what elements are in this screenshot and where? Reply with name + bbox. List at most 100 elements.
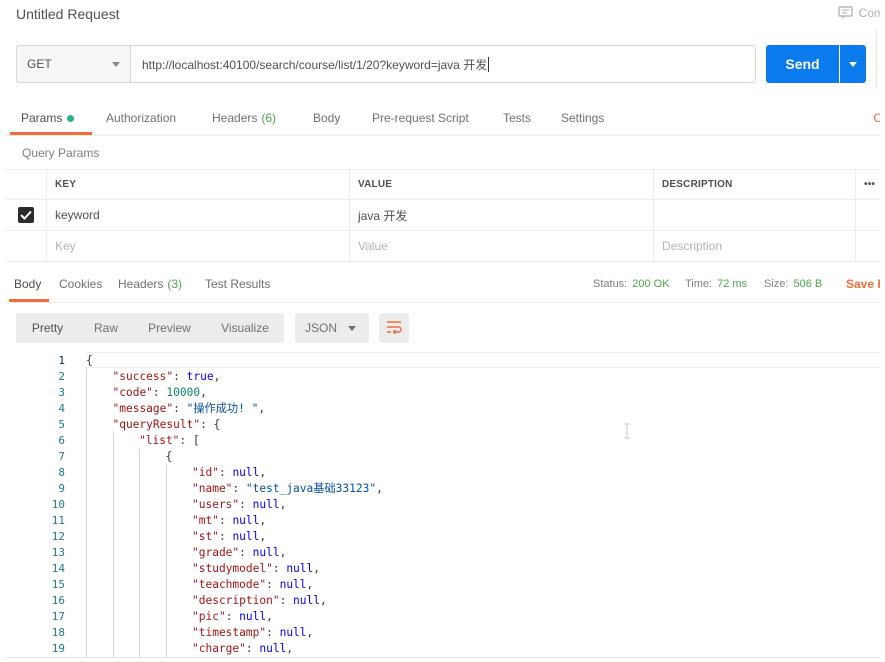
view-raw-button[interactable]: Raw xyxy=(79,313,133,343)
response-tab-headers[interactable]: Headers (3) xyxy=(118,267,182,301)
view-visualize-button[interactable]: Visualize xyxy=(206,313,284,343)
code-token: null xyxy=(259,642,287,655)
response-tab-cookies[interactable]: Cookies xyxy=(59,267,102,301)
code-token: "description" xyxy=(192,594,280,607)
code-line: 10 "users": null, xyxy=(5,497,880,513)
tab-authorization[interactable]: Authorization xyxy=(106,100,176,136)
chevron-down-icon xyxy=(348,326,356,331)
new-row-actions-cell xyxy=(855,231,880,261)
chevron-down-icon xyxy=(112,62,120,67)
code-token: , xyxy=(259,514,267,527)
send-options-button[interactable] xyxy=(840,45,866,83)
code-token: : xyxy=(272,562,287,575)
code-token: "test_java基础33123" xyxy=(245,482,377,495)
active-tab-indicator xyxy=(9,299,49,302)
code-token: null xyxy=(279,626,307,639)
row-actions-cell xyxy=(855,200,880,230)
code-token: "st" xyxy=(192,530,219,543)
response-tab-body[interactable]: Body xyxy=(14,267,41,301)
code-text: "list": [ xyxy=(139,433,200,449)
status-label: Status: xyxy=(593,278,628,290)
code-token: null xyxy=(232,466,260,479)
tab-label: Pre-request Script xyxy=(372,111,469,125)
wrap-lines-button[interactable] xyxy=(379,313,409,343)
code-text: "description": null, xyxy=(192,593,327,609)
view-pretty-button[interactable]: Pretty xyxy=(16,313,79,343)
url-value: http://localhost:40100/search/course/lis… xyxy=(142,57,488,72)
comments-button[interactable]: Com xyxy=(837,6,880,20)
code-token: : [ xyxy=(179,434,200,447)
url-input[interactable]: http://localhost:40100/search/course/lis… xyxy=(130,45,756,83)
code-token: : xyxy=(218,466,233,479)
response-body-editor[interactable]: 1{2 "success": true, 3 "code": 10000, 4 "mess… xyxy=(5,352,880,657)
view-mode-group: Pretty Raw Preview Visualize xyxy=(16,313,284,343)
param-value-cell[interactable]: java 开发 xyxy=(349,200,653,230)
new-row-check-cell xyxy=(5,231,46,261)
response-tab-test-results[interactable]: Test Results xyxy=(205,267,270,301)
indent-guide xyxy=(139,449,140,657)
code-line: 11 "mt": null, xyxy=(5,513,880,529)
code-token: "message" xyxy=(112,402,174,415)
code-token: null xyxy=(279,578,307,591)
status-value: 200 OK xyxy=(632,278,670,290)
code-line: 1{ xyxy=(5,353,880,369)
view-preview-button[interactable]: Preview xyxy=(133,313,206,343)
code-token: , xyxy=(286,642,294,655)
wrap-lines-icon xyxy=(386,320,402,337)
cookies-link[interactable]: C xyxy=(873,100,880,136)
code-token: , xyxy=(200,386,207,399)
request-title[interactable]: Untitled Request xyxy=(16,6,120,22)
line-number: 16 xyxy=(51,594,65,607)
response-bar: Body Cookies Headers (3) Test Results St… xyxy=(5,267,880,303)
save-response-button[interactable]: Save R xyxy=(846,267,880,301)
code-token: "teachmode" xyxy=(192,578,267,591)
line-number: 9 xyxy=(58,482,65,495)
code-token: "studymodel" xyxy=(192,562,273,575)
new-key-input[interactable]: Key xyxy=(46,231,349,261)
code-line: 12 "st": null, xyxy=(5,529,880,545)
table-row: keyword java 开发 xyxy=(5,200,880,231)
time-readout: Time: 72 ms xyxy=(685,267,747,301)
tab-pre-request-script[interactable]: Pre-request Script xyxy=(372,100,469,136)
code-token: : xyxy=(173,370,187,383)
more-horizontal-icon[interactable]: ••• xyxy=(855,170,880,199)
size-label: Size: xyxy=(764,278,789,290)
screenshot-frame: Untitled Request Com GET http://localhos… xyxy=(0,0,885,662)
code-token: "list" xyxy=(139,434,180,447)
query-params-heading: Query Params xyxy=(22,146,100,160)
tab-body[interactable]: Body xyxy=(313,100,340,136)
code-line: 14 "studymodel": null, xyxy=(5,561,880,577)
tab-label: Tests xyxy=(503,111,532,125)
code-token: "mt" xyxy=(192,514,219,527)
code-line: 6 "list": [ xyxy=(5,433,880,449)
code-text: { xyxy=(86,353,93,369)
size-value: 506 B xyxy=(793,278,823,290)
code-token: : xyxy=(218,514,233,527)
format-select[interactable]: JSON xyxy=(295,313,369,343)
code-token: , xyxy=(279,498,287,511)
new-value-input[interactable]: Value xyxy=(349,231,653,261)
code-line: 4 "message": "操作成功! ", xyxy=(5,401,880,417)
code-token: null xyxy=(232,514,260,527)
tab-tests[interactable]: Tests xyxy=(503,100,531,136)
params-active-dot xyxy=(67,114,75,122)
tab-headers[interactable]: Headers (6) xyxy=(212,100,276,136)
param-description-cell[interactable] xyxy=(653,200,855,230)
line-number: 8 xyxy=(58,466,65,479)
code-token: , xyxy=(266,610,273,623)
tab-settings[interactable]: Settings xyxy=(561,100,604,136)
method-select[interactable]: GET xyxy=(16,45,131,83)
send-button[interactable]: Send xyxy=(766,45,839,83)
size-readout: Size: 506 B xyxy=(764,267,822,301)
comments-label: Com xyxy=(858,6,880,20)
code-line: 16 "description": null, xyxy=(5,593,880,609)
code-token: : xyxy=(152,386,167,399)
code-token: , xyxy=(306,626,314,639)
new-description-input[interactable]: Description xyxy=(653,231,855,261)
column-header-key: KEY xyxy=(46,170,349,199)
tab-params[interactable]: Params xyxy=(21,100,75,136)
code-line: 9 "name": "test_java基础33123", xyxy=(5,481,880,497)
code-line: 7{ xyxy=(5,449,880,465)
param-key-cell[interactable]: keyword xyxy=(46,200,349,230)
param-enabled-checkbox[interactable] xyxy=(5,200,46,230)
